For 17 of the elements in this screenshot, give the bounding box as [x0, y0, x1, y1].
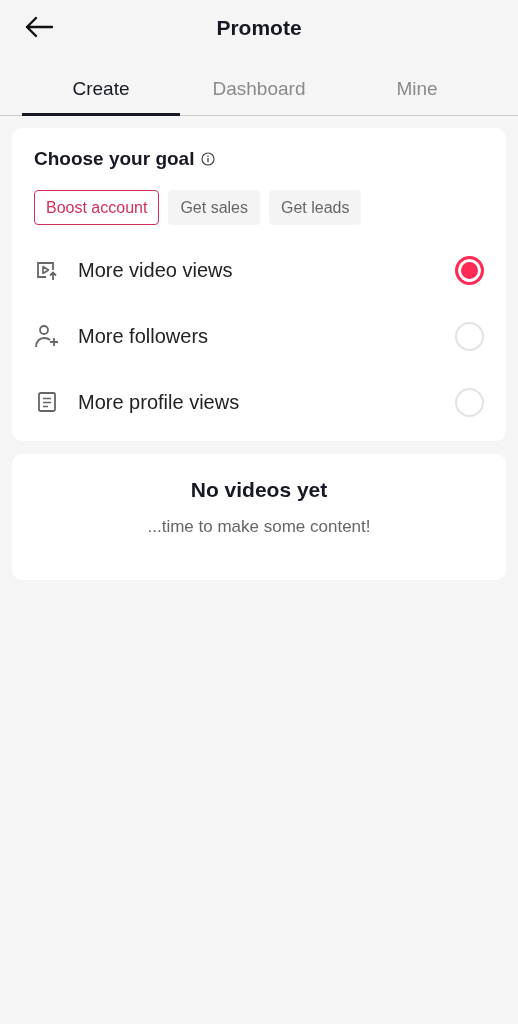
goal-chip[interactable]: Get sales: [168, 190, 260, 225]
tab[interactable]: Dashboard: [180, 56, 338, 116]
back-arrow-icon[interactable]: [24, 16, 54, 38]
section-title: Choose your goal: [34, 148, 195, 170]
empty-title: No videos yet: [190, 478, 328, 502]
goal-option-label[interactable]: More video views: [78, 258, 455, 282]
goal-option-label[interactable]: More followers: [78, 324, 455, 348]
goal-option-label[interactable]: More profile views: [78, 390, 455, 414]
page-title: Promote: [216, 16, 302, 40]
info-icon[interactable]: [201, 152, 216, 166]
goal-chip[interactable]: Get leads: [269, 190, 362, 225]
tab[interactable]: Create: [22, 56, 180, 116]
radio-button[interactable]: [455, 255, 484, 285]
add-person-icon: [34, 323, 60, 349]
tab[interactable]: Mine: [338, 56, 496, 116]
goal-chip[interactable]: Boost account: [34, 190, 160, 225]
empty-message: ...time to make some content!: [147, 517, 371, 537]
